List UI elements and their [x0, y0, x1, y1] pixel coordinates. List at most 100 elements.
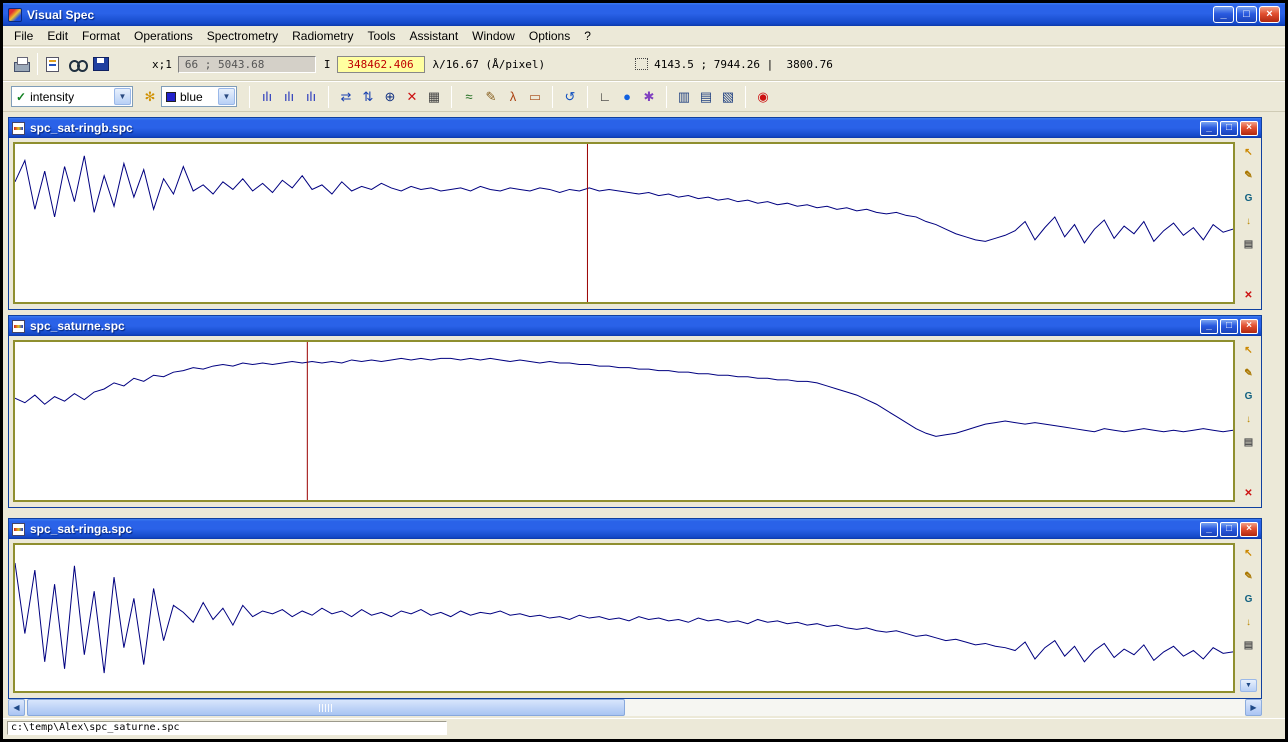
delete-icon[interactable]: ✕ [1240, 288, 1257, 303]
menu-edit[interactable]: Edit [40, 27, 75, 45]
list-icon[interactable]: ▤ [1240, 237, 1257, 252]
pointer-icon[interactable]: ↖ [1240, 343, 1257, 358]
scrollbar-track[interactable] [25, 699, 1245, 716]
child-window-title: spc_saturne.spc [30, 319, 125, 333]
chevron-down-icon[interactable]: ▼ [114, 88, 131, 105]
scroll-left-button[interactable]: ◀ [8, 699, 25, 716]
scroll-right-button[interactable]: ▶ [1245, 699, 1262, 716]
table-button[interactable]: ▤ [695, 86, 717, 108]
doc-edit-icon[interactable] [44, 56, 62, 72]
list-icon[interactable]: ▤ [1240, 435, 1257, 450]
gauss-icon[interactable]: G [1240, 592, 1257, 607]
menu-options[interactable]: Options [522, 27, 577, 45]
list-icon[interactable]: ▤ [1240, 638, 1257, 653]
menu-tools[interactable]: Tools [360, 27, 402, 45]
binning-1-icon: ılı [262, 89, 272, 104]
save-icon[interactable] [92, 56, 110, 72]
zoom-button[interactable]: ⊕ [379, 86, 401, 108]
child-titlebar[interactable]: spc_sat-ringa.spc _ □ × [9, 519, 1261, 539]
spectrum-side-toolbar: ↖ ✎ G ↓ ▤ ✕ [1238, 341, 1259, 501]
binning-3-button[interactable]: ılı [300, 86, 322, 108]
app-icon [8, 8, 22, 22]
undo-button[interactable]: ↺ [559, 86, 581, 108]
menu-format[interactable]: Format [75, 27, 127, 45]
binning-1-button[interactable]: ılı [256, 86, 278, 108]
spectrum-plot[interactable] [13, 543, 1235, 693]
pencil-icon[interactable]: ✎ [1240, 366, 1257, 381]
selection-readout: 4143.5 ; 7944.26 | 3800.76 [654, 58, 833, 71]
menu-radiometry[interactable]: Radiometry [285, 27, 360, 45]
baseline-icon[interactable]: ↓ [1240, 615, 1257, 630]
menu-window[interactable]: Window [465, 27, 522, 45]
minimize-button[interactable]: _ [1200, 522, 1218, 537]
frame-button[interactable]: ▧ [717, 86, 739, 108]
gauss-icon[interactable]: G [1240, 191, 1257, 206]
baseline-icon[interactable]: ↓ [1240, 412, 1257, 427]
axes-button[interactable]: ∟ [594, 86, 616, 108]
menu-help[interactable]: ? [577, 27, 598, 45]
spectrum-plot[interactable] [13, 142, 1235, 304]
pencil-icon: ✎ [486, 89, 497, 105]
close-button[interactable]: × [1240, 522, 1258, 537]
menu-spectrometry[interactable]: Spectrometry [200, 27, 285, 45]
droplet-button[interactable]: ● [616, 86, 638, 108]
zoom-icon: ⊕ [385, 89, 396, 105]
despike-button[interactable]: ✱ [638, 86, 660, 108]
lambda-eraser-button[interactable]: λ [502, 86, 524, 108]
baseline-icon[interactable]: ↓ [1240, 214, 1257, 229]
spectrum-plot[interactable] [13, 340, 1235, 502]
zoom-vertical-button[interactable]: ⇅ [357, 86, 379, 108]
pointer-icon[interactable]: ↖ [1240, 546, 1257, 561]
color-combobox[interactable]: blue ▼ [161, 86, 237, 107]
spectrum-side-toolbar: ↖ ✎ G ↓ ▤ ▼ [1238, 544, 1259, 692]
horizontal-scrollbar[interactable]: ◀ ▶ [8, 699, 1262, 716]
spectrum-window-saturne: spc_saturne.spc _ □ × ↖ ✎ G ↓ ▤ ✕ [8, 315, 1262, 508]
chevron-down-icon[interactable]: ▼ [218, 88, 235, 105]
menu-assistant[interactable]: Assistant [402, 27, 465, 45]
pencil-button[interactable]: ✎ [480, 86, 502, 108]
undo-icon: ↺ [565, 89, 576, 105]
selection-box-icon[interactable] [635, 58, 648, 70]
zoom-select-button[interactable]: ⇄ [335, 86, 357, 108]
pointer-icon[interactable]: ↖ [1240, 145, 1257, 160]
smooth-button[interactable]: ≈ [458, 86, 480, 108]
red-toggle-button[interactable]: ◉ [752, 86, 774, 108]
window-title: Visual Spec [27, 8, 94, 22]
menu-operations[interactable]: Operations [127, 27, 200, 45]
maximize-button[interactable]: □ [1236, 6, 1257, 23]
scrollbar-thumb[interactable] [27, 699, 625, 716]
unzoom-button[interactable]: ✕ [401, 86, 423, 108]
maximize-button[interactable]: □ [1220, 319, 1238, 334]
minimize-button[interactable]: _ [1200, 121, 1218, 136]
print-icon[interactable] [13, 56, 31, 72]
close-button[interactable]: × [1259, 6, 1280, 23]
binning-2-button[interactable]: ılı [278, 86, 300, 108]
pencil-icon[interactable]: ✎ [1240, 569, 1257, 584]
minimize-button[interactable]: _ [1200, 319, 1218, 334]
pencil-icon[interactable]: ✎ [1240, 168, 1257, 183]
close-button[interactable]: × [1240, 121, 1258, 136]
delete-icon[interactable]: ✕ [1240, 486, 1257, 501]
binoculars-icon[interactable] [68, 56, 86, 72]
gauss-icon[interactable]: G [1240, 389, 1257, 404]
mode-combobox[interactable]: ✓ intensity ▼ [11, 86, 133, 107]
strip-scroll-down-button[interactable]: ▼ [1240, 679, 1257, 692]
titlebar[interactable]: Visual Spec _ □ × [3, 3, 1285, 26]
menu-file[interactable]: File [7, 27, 40, 45]
table-h-button[interactable]: ▥ [673, 86, 695, 108]
check-icon: ✓ [16, 90, 26, 104]
magic-wand-icon-button[interactable]: ✻ [139, 86, 161, 108]
maximize-button[interactable]: □ [1220, 121, 1238, 136]
maximize-button[interactable]: □ [1220, 522, 1238, 537]
minimize-button[interactable]: _ [1213, 6, 1234, 23]
binning-2-icon: ılı [284, 89, 294, 104]
table-h-icon: ▥ [678, 89, 690, 105]
lambda-eraser-icon: λ [510, 89, 517, 104]
statusbar: c:\temp\Alex\spc_saturne.spc [3, 718, 1285, 736]
child-titlebar[interactable]: spc_saturne.spc _ □ × [9, 316, 1261, 336]
grid-button[interactable]: ▦ [423, 86, 445, 108]
grid-icon: ▦ [428, 89, 440, 105]
eraser-button[interactable]: ▭ [524, 86, 546, 108]
close-button[interactable]: × [1240, 319, 1258, 334]
child-titlebar[interactable]: spc_sat-ringb.spc _ □ × [9, 118, 1261, 138]
